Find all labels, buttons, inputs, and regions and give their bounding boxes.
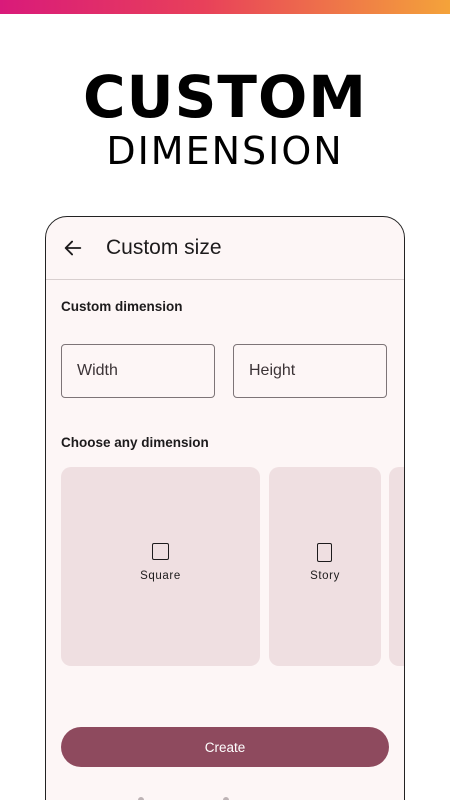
arrow-left-icon[interactable] xyxy=(62,237,84,259)
story-portrait-icon xyxy=(317,543,332,562)
height-field[interactable] xyxy=(233,344,387,398)
create-button[interactable]: Create xyxy=(61,727,389,767)
dimension-card-label: Square xyxy=(140,570,181,582)
app-bar: Custom size xyxy=(46,217,404,280)
custom-dimension-label: Custom dimension xyxy=(61,299,183,314)
dimension-card-square[interactable]: Square xyxy=(61,467,260,666)
page-title: Custom size xyxy=(106,236,222,259)
phone-frame: Custom size Custom dimension Choose any … xyxy=(45,216,405,800)
promo-title: CUSTOM xyxy=(82,63,368,131)
square-icon xyxy=(152,543,169,560)
dimension-card-next[interactable] xyxy=(389,467,404,666)
width-field[interactable] xyxy=(61,344,215,398)
dimension-card-story[interactable]: Story xyxy=(269,467,381,666)
promo-screen: CUSTOM DIMENSION Custom size Custom dime… xyxy=(0,0,450,800)
promo-subtitle: DIMENSION xyxy=(106,129,344,173)
top-gradient-bar xyxy=(0,0,450,14)
dimension-card-label: Story xyxy=(310,570,340,582)
choose-dimension-label: Choose any dimension xyxy=(61,435,209,450)
